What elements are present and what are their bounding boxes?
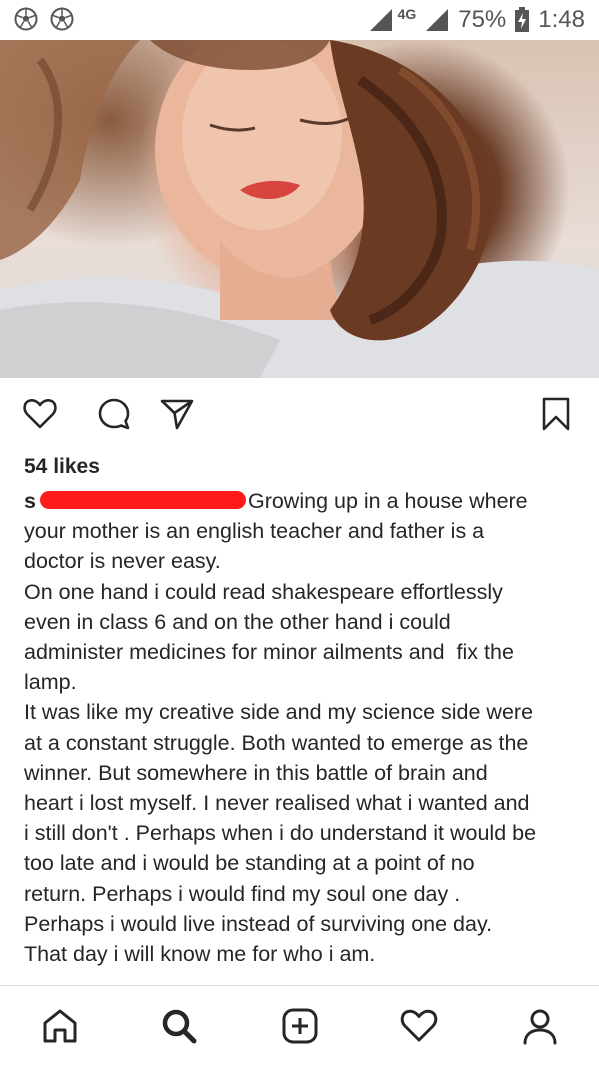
notification-icons bbox=[14, 7, 74, 31]
username[interactable]: s bbox=[24, 489, 36, 513]
post-actions bbox=[0, 378, 599, 448]
caption-line: That day i will know me for who i am. bbox=[24, 942, 376, 967]
likes-count[interactable]: 54 likes bbox=[24, 455, 100, 479]
caption-line: heart i lost myself. I never realised wh… bbox=[24, 791, 530, 816]
status-bar: 4G 75% 1:48 bbox=[0, 0, 599, 40]
signal-icon bbox=[369, 9, 392, 31]
heart-icon[interactable] bbox=[22, 396, 58, 432]
clock: 1:48 bbox=[538, 6, 585, 33]
caption-line: administer medicines for minor ailments … bbox=[24, 640, 514, 665]
portrait-illustration bbox=[0, 40, 599, 378]
caption-line: i still don't . Perhaps when i do unders… bbox=[24, 821, 537, 846]
bookmark-icon[interactable] bbox=[538, 396, 574, 432]
network-type: 4G bbox=[397, 6, 417, 22]
username-redaction bbox=[39, 491, 246, 509]
caption-line: at a constant struggle. Both wanted to e… bbox=[24, 730, 529, 755]
caption-line: It was like my creative side and my scie… bbox=[24, 700, 534, 725]
comment-icon[interactable] bbox=[96, 396, 132, 432]
bottom-navigation bbox=[0, 985, 599, 1066]
caption-line: doctor is never easy. bbox=[24, 549, 221, 574]
caption-line: even in class 6 and on the other hand i … bbox=[24, 609, 451, 634]
battery-percent: 75% bbox=[458, 6, 507, 33]
home-icon[interactable] bbox=[40, 1006, 80, 1046]
caption-line: On one hand i could read shakespeare eff… bbox=[24, 579, 503, 604]
soccer-ball-icon bbox=[14, 7, 38, 31]
soccer-ball-icon bbox=[50, 7, 74, 31]
caption-line: lamp. bbox=[24, 670, 77, 695]
battery-charging-icon bbox=[515, 7, 530, 32]
caption-line: your mother is an english teacher and fa… bbox=[24, 519, 485, 544]
system-status: 4G 75% 1:48 bbox=[368, 6, 585, 34]
post-photo[interactable] bbox=[0, 40, 599, 378]
search-icon[interactable] bbox=[159, 1006, 199, 1046]
post-caption: s Growing up in a house where your mother… bbox=[24, 486, 584, 969]
caption-line: too late and i would be standing at a po… bbox=[24, 851, 475, 876]
caption-line: winner. But somewhere in this battle of … bbox=[24, 760, 488, 785]
profile-icon[interactable] bbox=[520, 1006, 560, 1046]
add-post-icon[interactable] bbox=[280, 1006, 320, 1046]
activity-heart-icon[interactable] bbox=[399, 1006, 439, 1046]
share-icon[interactable] bbox=[159, 396, 195, 432]
caption-line: return. Perhaps i would find my soul one… bbox=[24, 881, 461, 906]
caption-line: Perhaps i would live instead of survivin… bbox=[24, 911, 493, 936]
caption-line: Growing up in a house where bbox=[247, 489, 528, 513]
signal-icon bbox=[426, 9, 449, 31]
